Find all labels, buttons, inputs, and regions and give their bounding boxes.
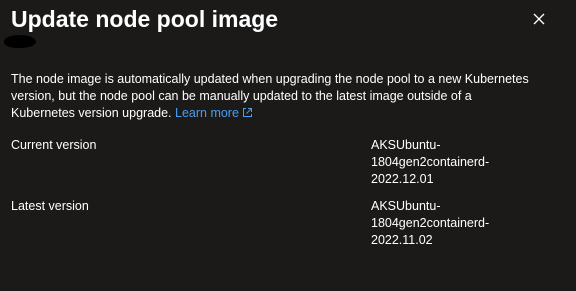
- close-icon: [533, 13, 545, 25]
- current-version-line: 2022.12.01: [371, 172, 434, 186]
- panel-title: Update node pool image: [11, 6, 279, 32]
- learn-more-label: Learn more: [175, 106, 239, 120]
- latest-version-value: AKSUbuntu- 1804gen2containerd- 2022.11.0…: [371, 198, 521, 249]
- current-version-line: 1804gen2containerd-: [371, 155, 490, 169]
- current-version-line: AKSUbuntu-: [371, 138, 441, 152]
- update-node-pool-image-panel: Update node pool image The node image is…: [0, 0, 576, 291]
- external-link-icon: [242, 106, 253, 123]
- redacted-subtitle: [4, 35, 36, 48]
- close-button[interactable]: [528, 8, 550, 30]
- latest-version-label: Latest version: [11, 199, 89, 213]
- current-version-value: AKSUbuntu- 1804gen2containerd- 2022.12.0…: [371, 137, 521, 188]
- latest-version-line: AKSUbuntu-: [371, 199, 441, 213]
- current-version-label: Current version: [11, 138, 97, 152]
- latest-version-line: 1804gen2containerd-: [371, 216, 490, 230]
- description-body: The node image is automatically updated …: [11, 72, 529, 120]
- description-text: The node image is automatically updated …: [11, 71, 531, 123]
- learn-more-link[interactable]: Learn more: [175, 106, 253, 120]
- latest-version-line: 2022.11.02: [371, 233, 433, 247]
